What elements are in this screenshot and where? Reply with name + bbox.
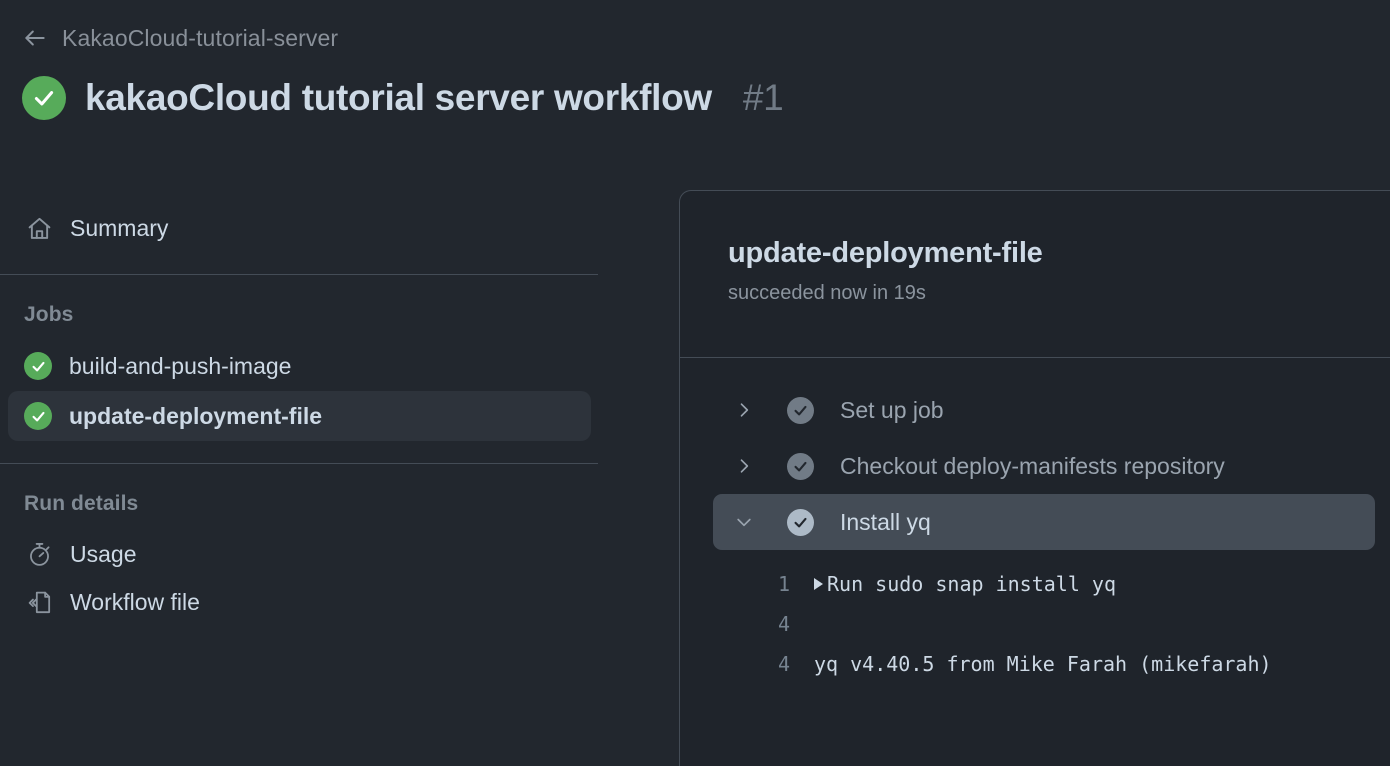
step-label: Checkout deploy-manifests repository xyxy=(840,452,1225,479)
chevron-down-icon[interactable] xyxy=(731,509,757,535)
sidebar-item-label: Workflow file xyxy=(70,588,200,615)
sidebar-item-label: Summary xyxy=(70,214,169,241)
breadcrumb[interactable]: KakaoCloud-tutorial-server xyxy=(22,22,338,54)
check-circle-icon xyxy=(22,76,66,120)
step-list: Set up job Checkout deploy-manifests rep… xyxy=(680,358,1390,684)
sidebar-item-label: build-and-push-image xyxy=(69,352,292,379)
stopwatch-icon xyxy=(24,539,54,569)
log-line-number: 4 xyxy=(777,612,790,636)
check-circle-icon xyxy=(787,508,814,536)
log-line: 1 Run sudo snap install yq xyxy=(680,564,1390,604)
sidebar-divider-1 xyxy=(0,274,598,275)
job-detail-header: update-deployment-file succeeded now in … xyxy=(680,191,1390,357)
chevron-right-icon[interactable] xyxy=(731,453,757,479)
log-line-content: Run sudo snap install yq xyxy=(827,572,1116,596)
job-status-text: succeeded now in 19s xyxy=(728,282,926,304)
file-code-icon xyxy=(24,587,54,617)
step-label: Set up job xyxy=(840,396,944,423)
log-line-text: Run sudo snap install yq xyxy=(814,572,1116,596)
check-circle-icon xyxy=(787,452,814,480)
sidebar-item-build-and-push-image[interactable]: build-and-push-image xyxy=(8,341,591,391)
sidebar-item-label: Usage xyxy=(70,540,137,567)
triangle-right-icon[interactable] xyxy=(814,578,823,590)
home-icon xyxy=(24,213,54,243)
sidebar-item-workflow-file[interactable]: Workflow file xyxy=(8,578,591,626)
check-circle-icon xyxy=(24,402,52,430)
sidebar-divider-2 xyxy=(0,463,598,464)
page-title: kakaoCloud tutorial server workflow #1 xyxy=(22,72,784,124)
chevron-right-icon[interactable] xyxy=(731,397,757,423)
step-row-install-yq[interactable]: Install yq xyxy=(713,494,1375,550)
log-line-number: 1 xyxy=(777,572,790,596)
check-circle-icon xyxy=(24,352,52,380)
sidebar-item-usage[interactable]: Usage xyxy=(8,530,591,578)
sidebar-run-details-heading: Run details xyxy=(24,492,139,515)
sidebar-jobs-heading: Jobs xyxy=(24,303,74,326)
step-row-checkout-deploy-manifests-repository[interactable]: Checkout deploy-manifests repository xyxy=(713,438,1375,494)
sidebar: Summary Jobs build-and-push-image update… xyxy=(0,190,599,766)
job-title: update-deployment-file xyxy=(728,237,1043,269)
workflow-title: kakaoCloud tutorial server workflow xyxy=(85,77,712,118)
step-row-set-up-job[interactable]: Set up job xyxy=(713,382,1375,438)
run-number: #1 xyxy=(742,77,784,118)
step-label: Install yq xyxy=(840,508,931,535)
log-line-content: yq v4.40.5 from Mike Farah (mikefarah) xyxy=(814,652,1272,676)
log-line: 4 yq v4.40.5 from Mike Farah (mikefarah) xyxy=(680,644,1390,684)
sidebar-item-update-deployment-file[interactable]: update-deployment-file xyxy=(8,391,591,441)
arrow-left-icon[interactable] xyxy=(22,25,48,51)
log-line-number: 4 xyxy=(777,652,790,676)
sidebar-item-label: update-deployment-file xyxy=(69,402,323,429)
sidebar-item-summary[interactable]: Summary xyxy=(8,204,591,252)
breadcrumb-repo-link[interactable]: KakaoCloud-tutorial-server xyxy=(62,25,338,52)
job-detail-panel: update-deployment-file succeeded now in … xyxy=(679,190,1390,766)
workflow-run-page: KakaoCloud-tutorial-server kakaoCloud tu… xyxy=(0,0,1390,766)
log-line: 4 xyxy=(680,604,1390,644)
check-circle-icon xyxy=(787,396,814,424)
step-log[interactable]: 1 Run sudo snap install yq 4 4 yq v4.40.… xyxy=(680,550,1390,684)
